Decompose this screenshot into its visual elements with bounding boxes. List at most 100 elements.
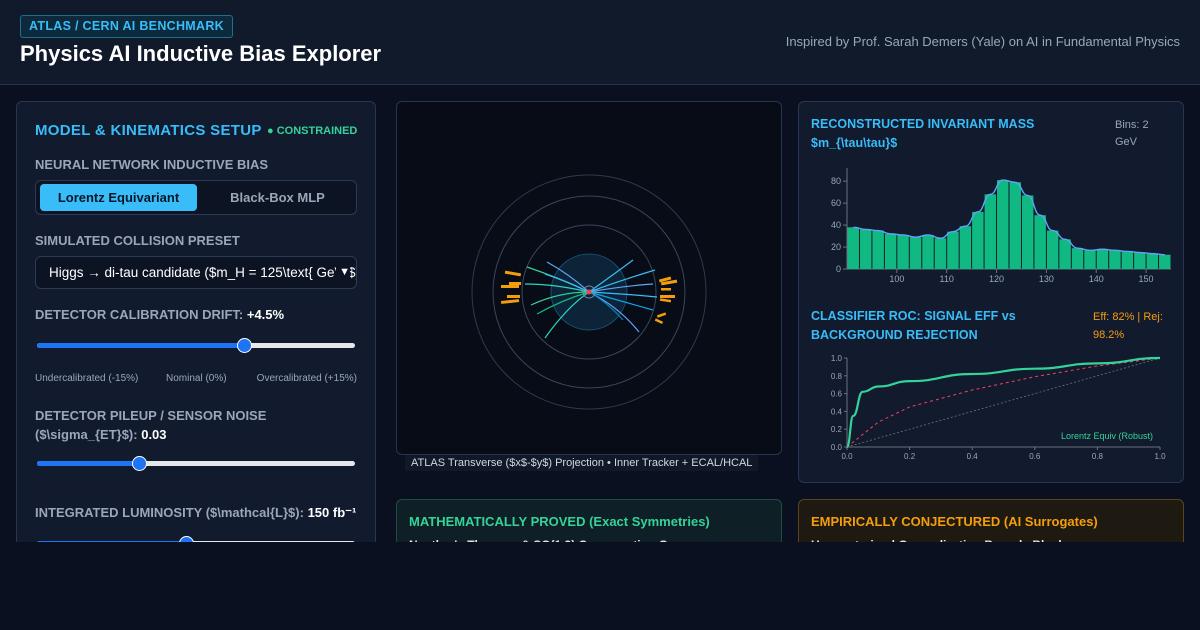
y-tick-label: 0.4	[831, 407, 843, 416]
histogram-bar	[1096, 249, 1109, 269]
bins-info-line2: GeV	[1115, 136, 1138, 148]
lorentz-equivariant-button[interactable]: Lorentz Equivariant	[40, 184, 197, 211]
histogram-bar	[1134, 252, 1146, 269]
histogram-bar	[947, 231, 959, 269]
mass-histogram: 0 20 40 60 80 100 110 120 130 140 150	[831, 168, 1171, 284]
slider-thumb[interactable]	[236, 338, 252, 353]
setup-panel: MODEL & KINEMATICS SETUP ● CONSTRAINED N…	[16, 101, 376, 561]
slider-fill	[37, 343, 244, 348]
slider-thumb[interactable]	[131, 456, 147, 471]
histogram-bar	[1121, 251, 1134, 269]
event-display	[471, 174, 707, 410]
energy-deposit	[654, 318, 664, 325]
x-tick-label: 110	[940, 274, 954, 284]
energy-deposit	[501, 285, 519, 288]
bins-info-line1: Bins: 2	[1115, 119, 1149, 131]
preset-select[interactable]: Higgs → di-tau candidate ($m_H = 125\tex…	[35, 256, 357, 289]
legend-label: Lorentz Equiv (Robust)	[1061, 431, 1153, 441]
histogram-bar	[1159, 254, 1171, 269]
histogram-bar	[847, 227, 859, 269]
x-tick-label: 1.0	[1154, 452, 1166, 461]
mass-hist-title: RECONSTRUCTED INVARIANT MASS $m_{\tau\ta…	[811, 115, 1034, 153]
lumi-label-text: INTEGRATED LUMINOSITY ($\mathcal{L}$):	[35, 505, 304, 520]
page-footer-area	[0, 542, 1200, 630]
energy-deposit	[507, 295, 520, 298]
histogram-bar	[934, 238, 947, 269]
y-tick-label: 40	[831, 220, 841, 230]
histogram-bar	[1009, 182, 1021, 269]
y-tick-label: 60	[831, 198, 841, 208]
x-tick-label: 140	[1089, 274, 1104, 284]
x-tick-label: 0.4	[967, 452, 979, 461]
histogram-bar	[1109, 250, 1121, 269]
event-caption: ATLAS Transverse ($x$-$y$) Projection • …	[405, 455, 759, 471]
slider-fill	[37, 461, 139, 466]
histogram-bar	[1071, 248, 1084, 269]
primary-vertex	[586, 289, 592, 295]
y-tick-label: 20	[831, 242, 841, 252]
x-tick-label: 100	[889, 274, 904, 284]
event-display-panel: ATLAS Transverse ($x$-$y$) Projection • …	[396, 101, 782, 471]
histogram-bar	[897, 234, 909, 269]
x-tick-label: 0.8	[1092, 452, 1104, 461]
drift-tick-over: Overcalibrated (+15%)	[256, 373, 357, 384]
energy-deposit	[659, 298, 672, 303]
roc-title-line1: CLASSIFIER ROC: SIGNAL EFF vs	[811, 309, 1016, 323]
histogram-bar	[1059, 239, 1071, 269]
drift-label-text: DETECTOR CALIBRATION DRIFT:	[35, 307, 244, 322]
noise-label-line2: ($\sigma_{ET}$):	[35, 427, 138, 442]
roc-title-line2: BACKGROUND REJECTION	[811, 328, 978, 342]
header: ATLAS / CERN AI BENCHMARK Physics AI Ind…	[0, 0, 1200, 85]
histogram-bar	[984, 194, 997, 269]
histogram-bar	[959, 226, 972, 269]
y-tick-label: 80	[831, 176, 841, 186]
histogram-bar	[1021, 195, 1034, 269]
energy-deposit	[509, 282, 521, 285]
energy-deposit	[660, 295, 675, 298]
mass-hist-title-line2: $m_{\tau\tau}$	[811, 136, 898, 150]
drift-value: +4.5%	[246, 307, 285, 322]
lumi-value: 150 fb⁻¹	[307, 505, 357, 520]
nn-bias-label: NEURAL NETWORK INDUCTIVE BIAS	[35, 157, 269, 172]
conjectured-title: EMPIRICALLY CONJECTURED (AI Surrogates)	[811, 514, 1098, 529]
drift-tick-under: Undercalibrated (-15%)	[35, 373, 139, 384]
energy-deposit	[500, 299, 520, 304]
drift-label: DETECTOR CALIBRATION DRIFT: +4.5%	[35, 307, 284, 322]
proved-title: MATHEMATICALLY PROVED (Exact Symmetries)	[409, 514, 710, 529]
mass-hist-title-line1: RECONSTRUCTED INVARIANT MASS	[811, 117, 1035, 131]
black-box-mlp-button[interactable]: Black-Box MLP	[199, 184, 356, 211]
bins-info: Bins: 2 GeV	[1115, 117, 1149, 151]
page-title: Physics AI Inductive Bias Explorer	[20, 41, 382, 66]
preset-label: SIMULATED COLLISION PRESET	[35, 233, 240, 248]
y-tick-label: 0.6	[831, 390, 843, 399]
status-badge: ● CONSTRAINED	[267, 125, 358, 137]
x-tick-label: 0.2	[904, 452, 916, 461]
energy-deposit	[661, 288, 671, 291]
x-tick-label: 0.6	[1029, 452, 1041, 461]
histogram-bar	[972, 211, 984, 269]
setup-title: MODEL & KINEMATICS SETUP	[35, 122, 262, 139]
eff-rej-readout: Eff: 82% | Rej: 98.2%	[1093, 308, 1163, 344]
noise-label: DETECTOR PILEUP / SENSOR NOISE ($\sigma_…	[35, 406, 266, 444]
x-tick-label: 120	[989, 274, 1004, 284]
eff-rej-line2: 98.2%	[1093, 329, 1125, 341]
noise-value: 0.03	[141, 427, 167, 442]
noise-slider[interactable]	[35, 455, 357, 471]
drift-slider[interactable]	[35, 337, 357, 353]
x-tick-label: 0.0	[841, 452, 853, 461]
histogram-bar	[922, 234, 934, 269]
roc-title: CLASSIFIER ROC: SIGNAL EFF vs BACKGROUND…	[811, 307, 1016, 345]
y-tick-label: 0.8	[831, 372, 843, 381]
histogram-bar	[1084, 250, 1096, 269]
results-panel: RECONSTRUCTED INVARIANT MASS $m_{\tau\ta…	[798, 101, 1184, 483]
energy-deposit	[656, 312, 667, 318]
x-tick-label: 130	[1039, 274, 1054, 284]
histogram-bar	[1146, 253, 1159, 269]
histogram-bar	[1034, 215, 1046, 269]
chevron-down-icon: ▼	[336, 257, 350, 288]
histogram-bar	[859, 229, 872, 269]
inspiration-credit: Inspired by Prof. Sarah Demers (Yale) on…	[785, 34, 1180, 49]
preset-value: Higgs → di-tau candidate ($m_H = 125\tex…	[49, 265, 357, 280]
energy-deposit	[504, 270, 522, 277]
y-tick-label: 0.0	[831, 443, 843, 452]
